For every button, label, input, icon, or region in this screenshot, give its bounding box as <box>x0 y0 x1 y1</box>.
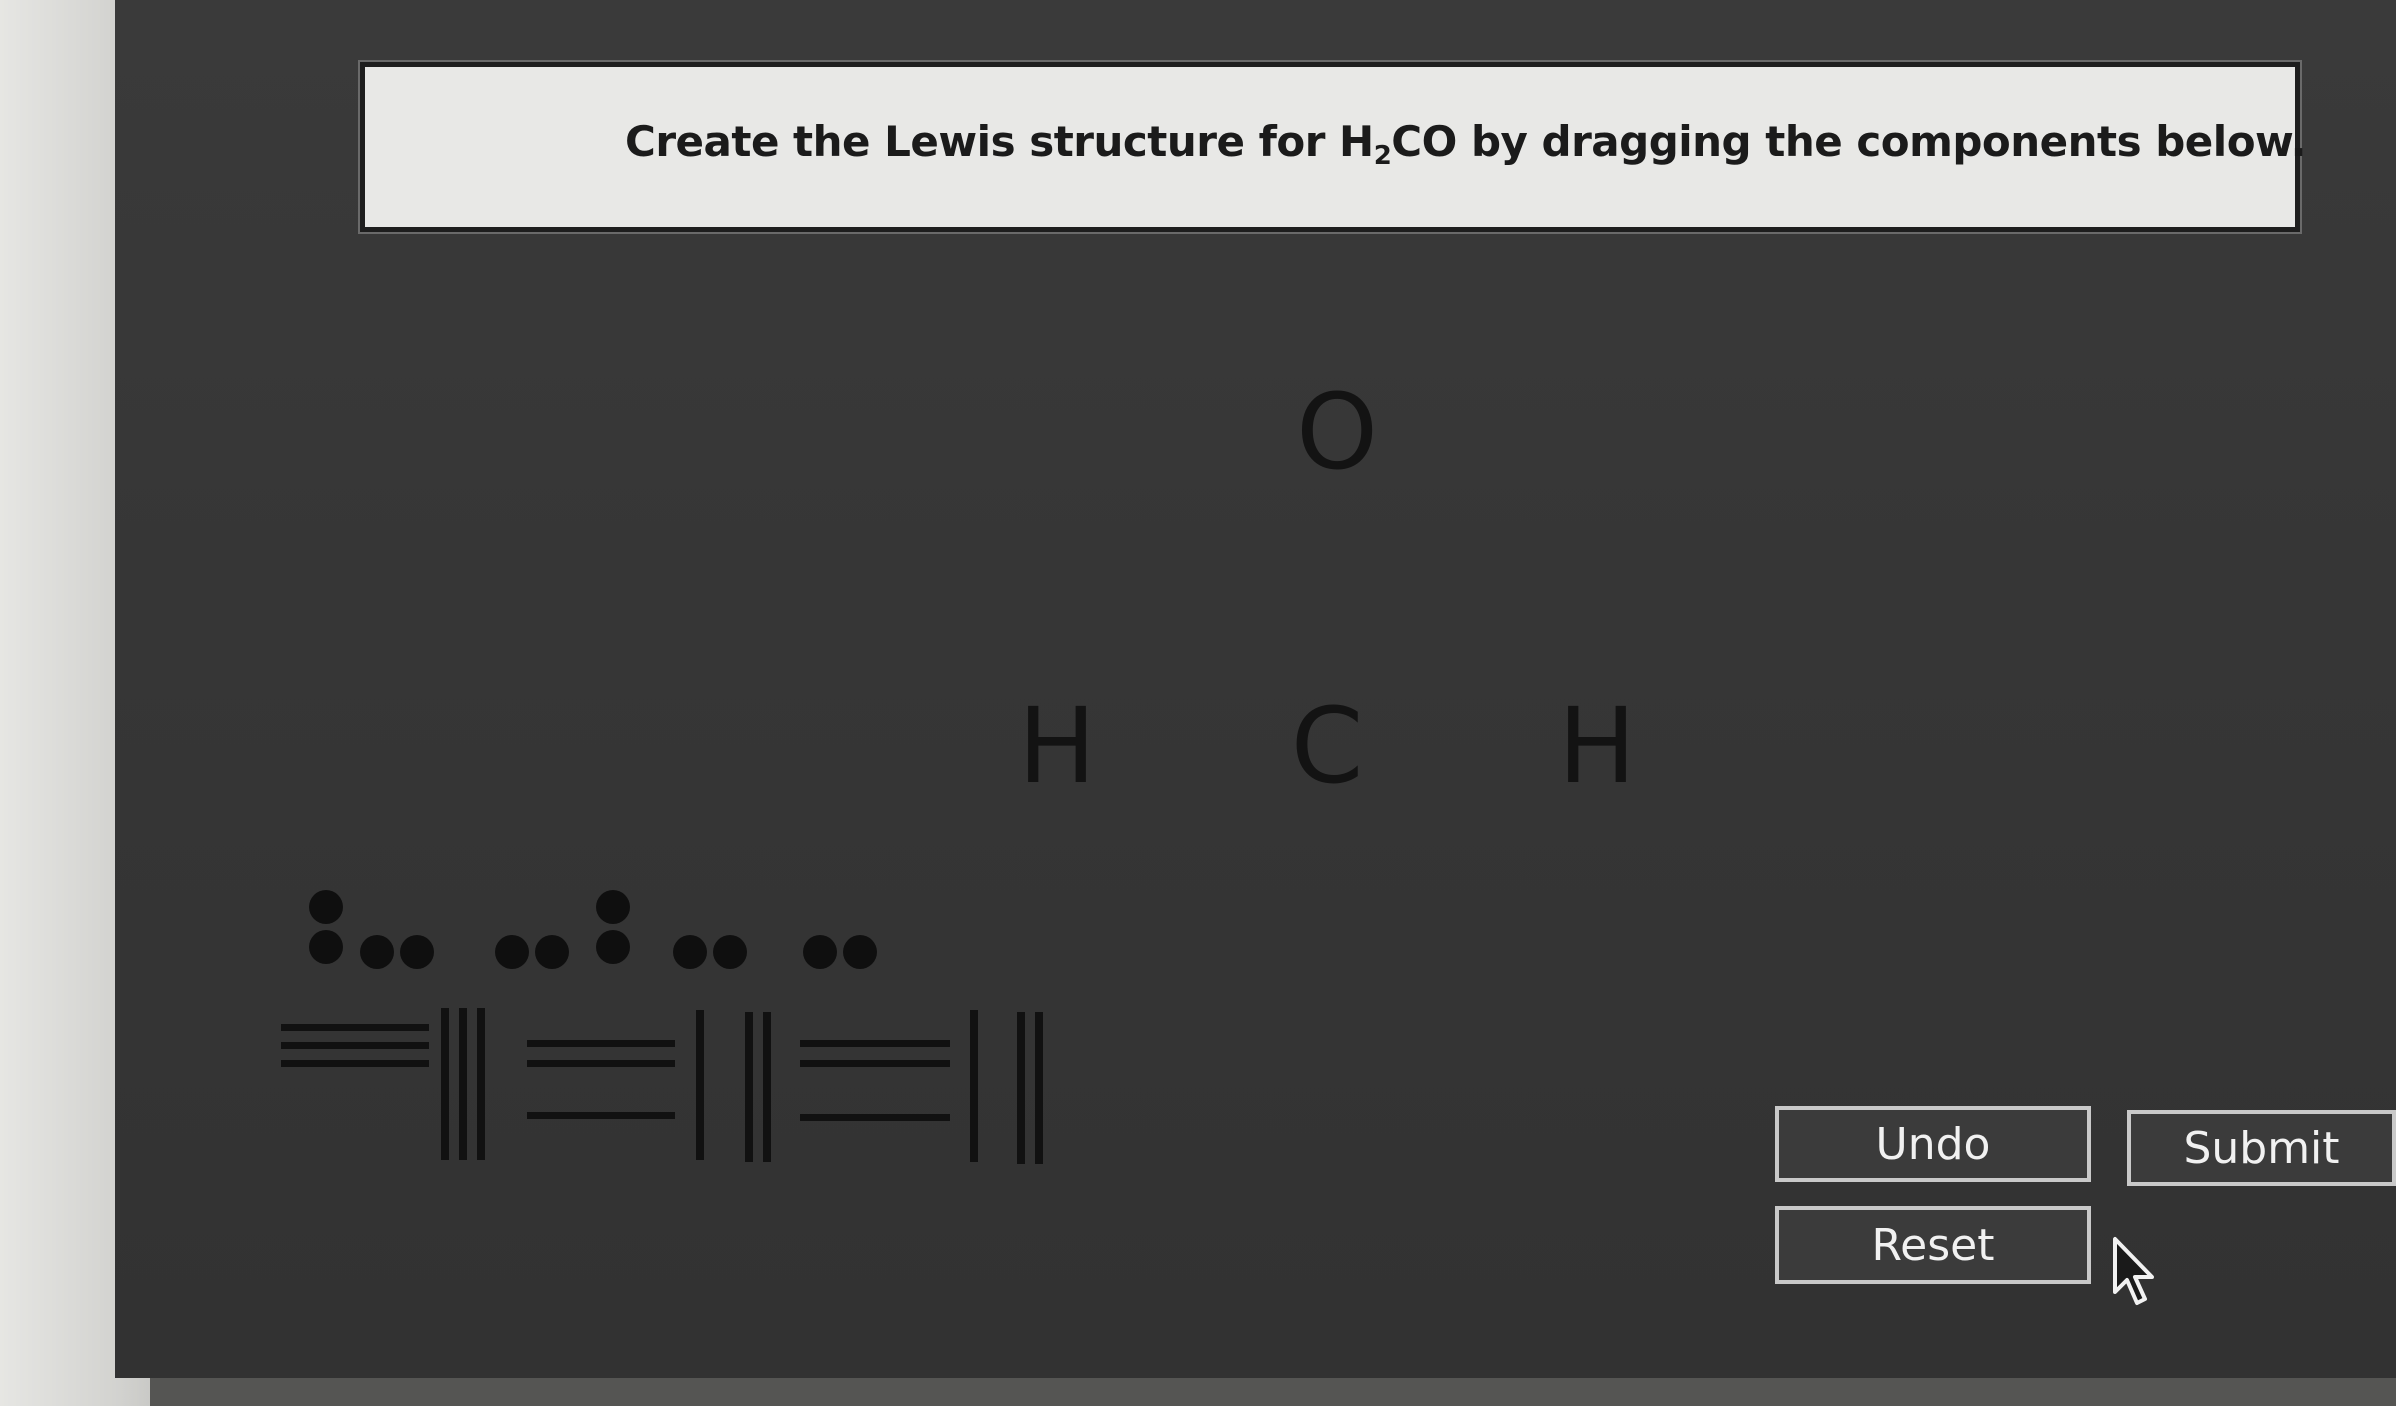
double-bond-vertical[interactable] <box>745 1012 775 1162</box>
electron-dot <box>309 930 343 964</box>
bond-line <box>527 1040 675 1047</box>
bond-line <box>281 1060 429 1067</box>
electron-dot <box>309 890 343 924</box>
bond-line <box>1017 1012 1025 1164</box>
double-bond-horizontal-2[interactable] <box>800 1040 950 1070</box>
triple-bond-vertical[interactable] <box>441 1008 491 1160</box>
bond-line <box>745 1012 753 1162</box>
single-bond-horizontal[interactable] <box>527 1112 675 1120</box>
bond-line <box>696 1010 704 1160</box>
electron-dot <box>843 935 877 969</box>
atom-hydrogen-right[interactable]: H <box>1542 694 1652 798</box>
bond-line <box>763 1012 771 1162</box>
double-bond-horizontal[interactable] <box>527 1040 675 1070</box>
instruction-suffix: CO by dragging the components below. <box>1391 117 2307 166</box>
undo-button[interactable]: Undo <box>1775 1106 2091 1182</box>
bond-line <box>441 1008 449 1160</box>
atom-carbon[interactable]: C <box>1272 694 1382 798</box>
bond-line <box>281 1024 429 1031</box>
mouse-pointer-icon <box>2113 1237 2154 1305</box>
electron-dot <box>596 930 630 964</box>
lone-pair-horizontal-top[interactable] <box>673 935 753 971</box>
bond-line <box>800 1060 950 1067</box>
electron-dot <box>596 890 630 924</box>
double-bond-vertical-2[interactable] <box>1017 1012 1047 1164</box>
bond-line <box>527 1112 675 1119</box>
lone-pair-horizontal-left[interactable] <box>495 935 575 971</box>
electron-dot <box>673 935 707 969</box>
electron-dot <box>713 935 747 969</box>
activity-screen: Create the Lewis structure for H2CO by d… <box>115 0 2396 1378</box>
bond-line <box>527 1060 675 1067</box>
lone-pair-vertical-right[interactable] <box>592 890 634 970</box>
atom-hydrogen-left[interactable]: H <box>1002 694 1112 798</box>
electron-dot <box>400 935 434 969</box>
lone-pair-horizontal-right[interactable] <box>360 935 440 971</box>
electron-dot <box>535 935 569 969</box>
single-bond-vertical[interactable] <box>696 1010 706 1160</box>
instruction-subscript: 2 <box>1373 141 1392 171</box>
instruction-text: Create the Lewis structure for H2CO by d… <box>625 117 2307 171</box>
bond-line <box>281 1042 429 1049</box>
bond-line <box>800 1114 950 1121</box>
bond-line <box>970 1010 978 1162</box>
single-bond-vertical-2[interactable] <box>970 1010 980 1162</box>
instruction-prefix: Create the Lewis structure for H <box>625 117 1374 166</box>
instruction-panel: Create the Lewis structure for H2CO by d… <box>358 60 2307 234</box>
bond-line <box>1035 1012 1043 1164</box>
lone-pair-vertical-left[interactable] <box>305 890 347 970</box>
reset-button[interactable]: Reset <box>1775 1206 2091 1284</box>
bond-line <box>800 1040 950 1047</box>
electron-dot <box>360 935 394 969</box>
triple-bond-horizontal[interactable] <box>281 1024 429 1072</box>
submit-button[interactable]: Submit <box>2127 1110 2396 1186</box>
bond-line <box>459 1008 467 1160</box>
electron-dot <box>803 935 837 969</box>
lone-pair-horizontal-bottom[interactable] <box>803 935 883 971</box>
photo-frame: Create the Lewis structure for H2CO by d… <box>0 0 2396 1406</box>
bond-line <box>477 1008 485 1160</box>
electron-dot <box>495 935 529 969</box>
single-bond-horizontal-2[interactable] <box>800 1114 950 1122</box>
atom-oxygen[interactable]: O <box>1282 380 1392 484</box>
